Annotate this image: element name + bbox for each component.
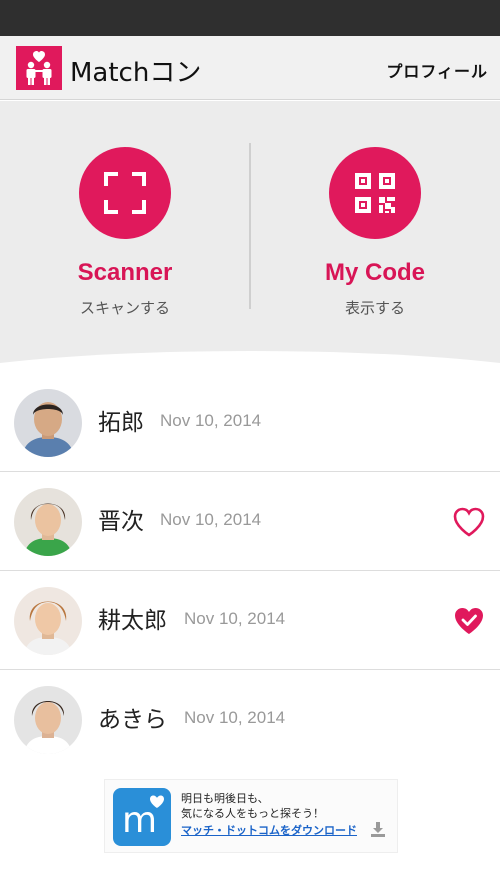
match-app-icon: m [113, 788, 171, 846]
contact-date: Nov 10, 2014 [184, 609, 286, 628]
avatar [14, 488, 82, 556]
scanner-action[interactable]: Scanner スキャンする [0, 147, 250, 318]
couple-heart-logo-icon [16, 46, 62, 90]
list-item[interactable]: 拓郎 Nov 10, 2014 [0, 373, 500, 472]
list-item[interactable]: 耕太郎 Nov 10, 2014 [0, 571, 500, 670]
qr-code-icon [355, 173, 395, 213]
download-icon[interactable] [369, 820, 387, 838]
scan-frame-icon [104, 172, 146, 214]
ad-text-line1: 明日も明後日も、 [181, 792, 269, 805]
mycode-sub: 表示する [344, 299, 405, 317]
contact-name: 耕太郎 [98, 608, 167, 634]
list-item[interactable]: あきら Nov 10, 2014 [0, 670, 500, 769]
ad-download-link[interactable]: マッチ・ドットコムをダウンロード [181, 822, 357, 838]
avatar [14, 686, 82, 754]
mycode-action[interactable]: My Code 表示する [250, 147, 500, 318]
mycode-button[interactable] [329, 147, 421, 239]
heart-outline-icon[interactable] [452, 506, 486, 538]
avatar [14, 587, 82, 655]
contact-name: 拓郎 [98, 410, 144, 436]
action-panel: Scanner スキャンする My Code 表示する [0, 101, 500, 373]
scanner-label: Scanner [77, 259, 173, 286]
avatar [14, 389, 82, 457]
contact-date: Nov 10, 2014 [184, 708, 286, 727]
mycode-label: My Code [324, 259, 425, 286]
contact-name: 晋次 [98, 509, 144, 535]
status-bar [0, 0, 500, 36]
contact-list: 拓郎 Nov 10, 2014 晋次 Nov 10, 2014 耕太郎 Nov … [0, 373, 500, 769]
app-title: Matchコン [70, 58, 202, 88]
list-item[interactable]: 晋次 Nov 10, 2014 [0, 472, 500, 571]
ad-banner[interactable]: m 明日も明後日も、 気になる人をもっと探そう！ マッチ・ドットコムをダウンロー… [104, 779, 398, 853]
app-bar: Matchコン プロフィール [0, 36, 500, 100]
scanner-sub: スキャンする [79, 299, 170, 317]
svg-text:m: m [122, 800, 157, 841]
heart-check-icon[interactable] [452, 605, 486, 637]
ad-text-line2: 気になる人をもっと探そう！ [181, 807, 324, 820]
scanner-button[interactable] [79, 147, 171, 239]
contact-date: Nov 10, 2014 [160, 510, 262, 529]
contact-date: Nov 10, 2014 [160, 411, 262, 430]
profile-button[interactable]: プロフィール [386, 58, 488, 82]
contact-name: あきら [98, 707, 167, 733]
panel-curve [0, 351, 500, 373]
